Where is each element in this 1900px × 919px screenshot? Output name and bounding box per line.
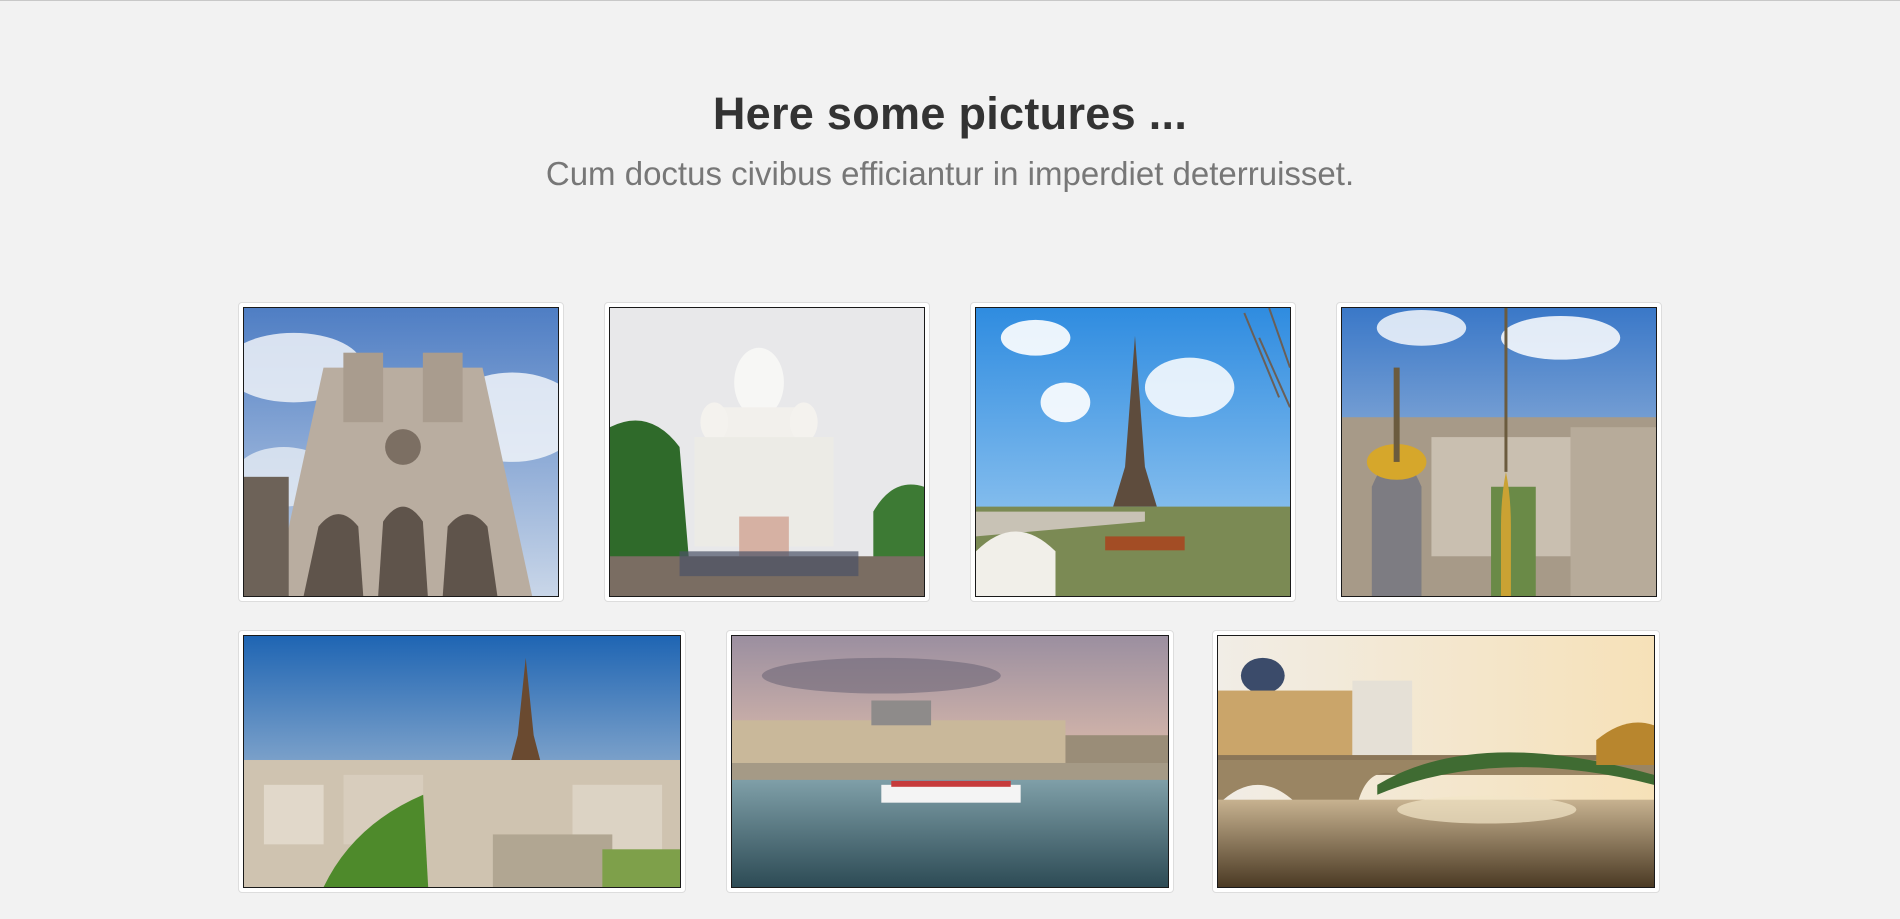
gallery-subtitle: Cum doctus civibus efficiantur in imperd…: [545, 155, 1355, 192]
gallery-title: Here some pictures ...: [712, 88, 1188, 139]
gallery-section: Here some pictures ... Cum doctus civibu…: [0, 0, 1900, 919]
photo-thumbnail-sacre-coeur[interactable]: [604, 302, 930, 602]
photo-thumbnail-eiffel-bridge[interactable]: [970, 302, 1296, 602]
eiffel-bridge-image: [975, 307, 1291, 597]
photo-thumbnail-notre-dame[interactable]: [238, 302, 564, 602]
top-divider: [0, 0, 1900, 1]
notre-dame-image: [243, 307, 559, 597]
sacre-coeur-image: [609, 307, 925, 597]
musee-dorsay-image: [731, 635, 1169, 888]
photo-thumbnail-eiffel-cityscape[interactable]: [238, 630, 686, 893]
photo-thumbnail-musee-dorsay[interactable]: [726, 630, 1174, 893]
seine-bridge-image: [1217, 635, 1655, 888]
paris-rooftops-image: [1341, 307, 1657, 597]
photo-thumbnail-seine-bridge[interactable]: [1212, 630, 1660, 893]
photo-thumbnail-paris-rooftops[interactable]: [1336, 302, 1662, 602]
eiffel-cityscape-image: [243, 635, 681, 888]
